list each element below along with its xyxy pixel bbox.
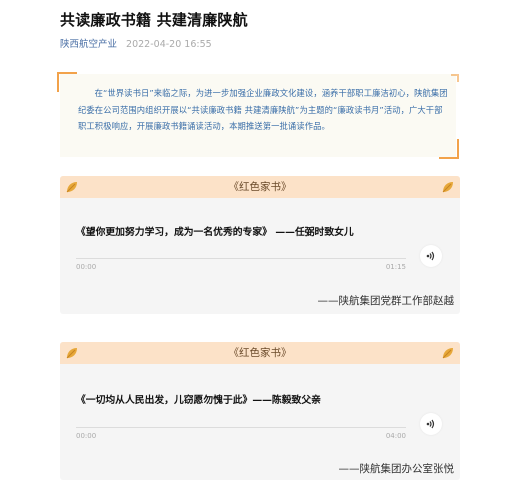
leaf-icon <box>442 348 453 359</box>
play-audio-button[interactable] <box>420 413 442 435</box>
progress-bar[interactable] <box>76 427 406 428</box>
intro-box: 在“世界读书日”来临之际，为进一步加强企业廉政文化建设，涵养干部职工廉洁初心，陕… <box>57 72 459 159</box>
card-header-title: 《红色家书》 <box>228 181 292 193</box>
audio-progress[interactable]: 00:00 04:00 <box>76 423 406 443</box>
speaker-icon <box>426 419 435 429</box>
card-header: 《红色家书》 <box>60 342 460 364</box>
audio-card: 《红色家书》 《一切均从人民出发，儿窃愿勿愧于此》——陈毅致父亲 00:00 0… <box>60 342 460 480</box>
article-title: 共读廉政书籍 共建清廉陕航 <box>60 11 248 29</box>
audio-card: 《红色家书》 《望你更加努力学习，成为一名优秀的专家》 ——任弼时致女儿 00:… <box>60 176 460 314</box>
time-end: 01:15 <box>385 263 406 271</box>
speaker-icon <box>426 251 435 261</box>
card-quote: 《一切均从人民出发，儿窃愿勿愧于此》——陈毅致父亲 <box>76 395 321 406</box>
leaf-icon <box>66 348 77 359</box>
intro-text: 在“世界读书日”来临之际，为进一步加强企业廉政文化建设，涵养干部职工廉洁初心，陕… <box>78 88 448 131</box>
leaf-icon <box>442 182 453 193</box>
leaf-icon <box>66 182 77 193</box>
corner-decoration <box>57 72 77 92</box>
corner-decoration <box>451 74 459 82</box>
card-header: 《红色家书》 <box>60 176 460 198</box>
article-meta: 陕西航空产业 2022-04-20 16:55 <box>60 36 212 50</box>
time-end: 04:00 <box>385 432 406 440</box>
publish-time: 2022-04-20 16:55 <box>126 39 212 50</box>
card-signature: ——陕航集团办公室张悦 <box>338 463 455 475</box>
play-audio-button[interactable] <box>420 245 442 267</box>
time-start: 00:00 <box>76 432 97 440</box>
progress-bar[interactable] <box>76 258 406 259</box>
source-link[interactable]: 陕西航空产业 <box>60 39 117 50</box>
corner-decoration <box>439 139 459 159</box>
audio-progress[interactable]: 00:00 01:15 <box>76 254 406 274</box>
time-start: 00:00 <box>76 263 97 271</box>
card-signature: ——陕航集团党群工作部赵越 <box>317 295 455 307</box>
card-header-title: 《红色家书》 <box>228 347 292 359</box>
card-quote: 《望你更加努力学习，成为一名优秀的专家》 ——任弼时致女儿 <box>76 227 354 238</box>
